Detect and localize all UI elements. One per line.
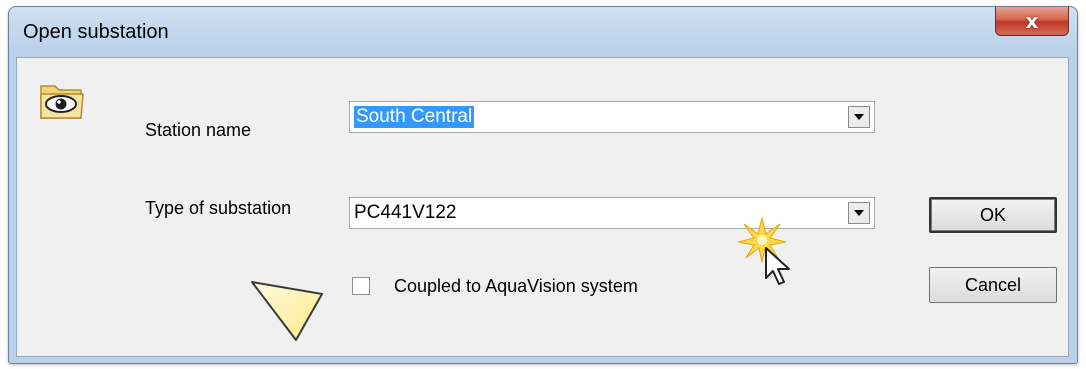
station-name-label: Station name [145,120,252,140]
station-name-value[interactable]: South Central [354,106,475,128]
dialog-title: Open substation [23,21,169,43]
title-bar[interactable]: Open substation x [9,7,1077,59]
dialog-window: Open substation x Station name South Cen… [8,6,1078,364]
coupled-checkbox[interactable] [352,277,370,295]
chevron-down-icon [854,210,864,216]
folder-eye-icon [39,80,85,122]
close-button[interactable]: x [995,7,1069,36]
station-name-dropdown-button[interactable] [848,106,870,128]
coupled-checkbox-label[interactable]: Coupled to AquaVision system [394,276,638,297]
station-name-combobox[interactable]: South Central [349,101,875,133]
close-icon: x [1025,8,1039,33]
substation-type-value[interactable]: PC441V122 [354,202,456,224]
chevron-down-icon [854,114,864,120]
substation-type-dropdown-button[interactable] [848,202,870,224]
cancel-button[interactable]: Cancel [929,267,1057,303]
substation-type-combobox[interactable]: PC441V122 [349,197,875,229]
ok-button[interactable]: OK [929,197,1057,233]
dialog-body: Station name South Central Type of subst… [16,57,1069,357]
substation-type-label: Type of substation [145,198,292,218]
